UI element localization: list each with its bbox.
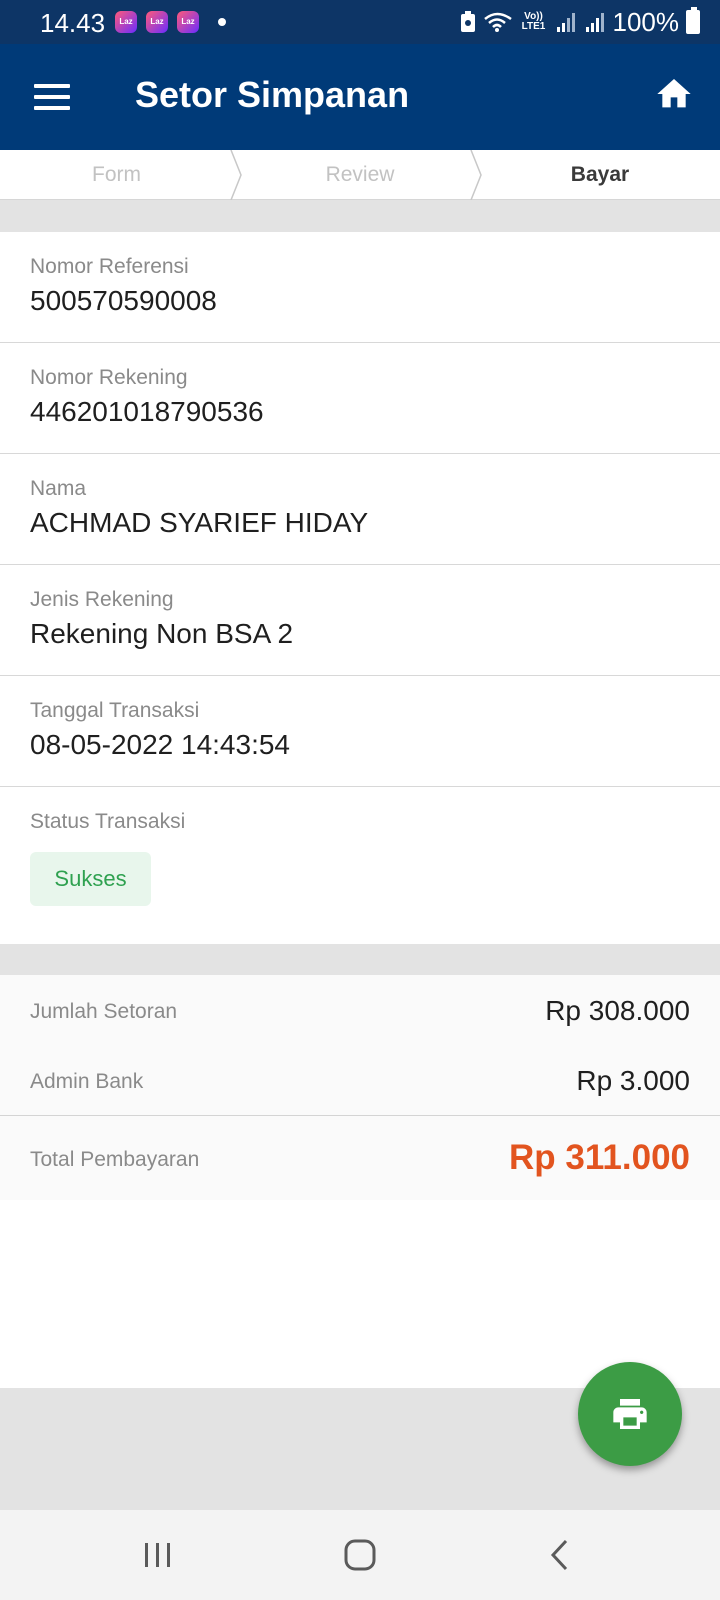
total-payment-value: Rp 311.000: [509, 1138, 690, 1177]
admin-fee-label: Admin Bank: [30, 1070, 144, 1093]
detail-label: Nomor Rekening: [30, 366, 188, 389]
progress-stepper: Form Review Bayar: [0, 150, 720, 200]
home-icon[interactable]: [654, 74, 694, 114]
detail-row-account-type: Jenis Rekening Rekening Non BSA 2: [0, 565, 720, 676]
hamburger-menu-icon[interactable]: [34, 84, 70, 110]
step-bayar: Bayar: [570, 163, 630, 186]
page-title: Setor Simpanan: [135, 74, 410, 115]
print-button[interactable]: [578, 1362, 682, 1466]
signal-strength-icon: [585, 13, 604, 32]
content-blank-area: [0, 1200, 720, 1388]
detail-label: Nama: [30, 477, 87, 500]
detail-value: 500570590008: [30, 285, 217, 316]
detail-label: Tanggal Transaksi: [30, 699, 200, 722]
wifi-icon: [483, 12, 512, 32]
detail-value: Rekening Non BSA 2: [30, 618, 294, 649]
signal-strength-icon: [556, 13, 575, 32]
volte-lte-indicator: Vo)) LTE1: [521, 11, 546, 32]
system-navigation-bar: [0, 1510, 720, 1600]
detail-label: Jenis Rekening: [30, 588, 174, 611]
recent-apps-icon[interactable]: [136, 1535, 180, 1575]
home-button-icon[interactable]: [338, 1535, 382, 1575]
step-review: Review: [325, 163, 395, 186]
summary-divider: [0, 1115, 720, 1116]
payment-summary: Jumlah Setoran Rp 308.000 Admin Bank Rp …: [0, 975, 720, 1200]
status-time: 14.43: [40, 8, 106, 38]
deposit-amount-label: Jumlah Setoran: [30, 1000, 178, 1023]
admin-fee-value: Rp 3.000: [576, 1065, 690, 1096]
app-bar: Setor Simpanan: [0, 44, 720, 150]
deposit-amount-value: Rp 308.000: [545, 995, 690, 1026]
more-notifications-dot-icon: [218, 18, 226, 26]
status-badge: Sukses: [30, 852, 151, 906]
battery-percentage: 100%: [612, 6, 680, 37]
back-icon[interactable]: [540, 1535, 584, 1575]
status-bar: 14.43 Laz Laz Laz Vo)) LTE1 100%: [0, 0, 720, 44]
battery-saver-icon: [460, 11, 475, 32]
detail-row-name: Nama ACHMAD SYARIEF HIDAY: [0, 454, 720, 565]
lazada-notification-icon: Laz: [115, 11, 137, 33]
detail-value: 08-05-2022 14:43:54: [30, 729, 290, 760]
status-label: Status Transaksi: [30, 810, 186, 833]
transaction-details-card: Nomor Referensi 500570590008 Nomor Reken…: [0, 232, 720, 944]
detail-row-reference-number: Nomor Referensi 500570590008: [0, 232, 720, 343]
battery-icon: [686, 7, 700, 34]
print-icon: [613, 1399, 647, 1429]
detail-row-transaction-date: Tanggal Transaksi 08-05-2022 14:43:54: [0, 676, 720, 787]
system-icons: Vo)) LTE1 100%: [460, 6, 700, 38]
step-form: Form: [92, 163, 141, 186]
detail-row-account-number: Nomor Rekening 446201018790536: [0, 343, 720, 454]
total-payment-label: Total Pembayaran: [30, 1148, 200, 1171]
lazada-notification-icon: Laz: [146, 11, 168, 33]
detail-value: 446201018790536: [30, 396, 264, 427]
detail-label: Nomor Referensi: [30, 255, 189, 278]
lazada-notification-icon: Laz: [177, 11, 199, 33]
detail-value: ACHMAD SYARIEF HIDAY: [30, 507, 369, 538]
